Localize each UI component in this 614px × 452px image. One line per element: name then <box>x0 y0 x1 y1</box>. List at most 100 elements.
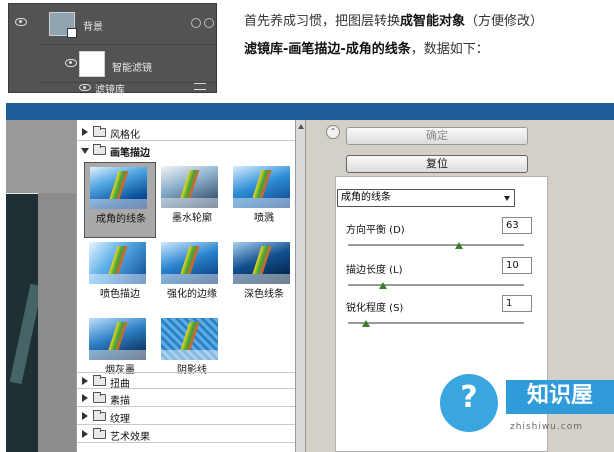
ok-button[interactable]: 确定 <box>346 127 528 145</box>
intro-emphasis: 滤镜库-画笔描边-成角的线条 <box>244 42 411 57</box>
layer-thumbnail[interactable] <box>49 12 77 38</box>
param-sharpness: 锐化程度 (S) 1 <box>346 295 536 331</box>
expand-arrow-icon[interactable] <box>82 377 88 385</box>
collapse-gallery-icon[interactable]: ⌃ <box>326 125 340 139</box>
filter-thumb-label: 喷色描边 <box>100 289 140 300</box>
filter-thumb-label: 深色线条 <box>244 289 284 300</box>
category-artistic[interactable]: 艺术效果 <box>77 426 295 443</box>
preview-canvas[interactable] <box>6 193 38 452</box>
category-scrollbar[interactable] <box>296 120 306 452</box>
category-brush-strokes[interactable]: 画笔描边 <box>77 142 295 159</box>
watermark-logo-icon: ? <box>440 374 498 432</box>
site-watermark: ? 知识屋 zhishiwu.com <box>440 370 614 452</box>
folder-icon <box>93 126 106 137</box>
filter-preview-image <box>89 242 146 284</box>
filter-thumb-spatter[interactable]: 喷溅 <box>228 162 300 238</box>
window-title-bar <box>6 103 614 120</box>
param-label: 锐化程度 (S) <box>346 303 404 314</box>
folder-open-icon <box>93 144 106 155</box>
preview-area[interactable] <box>6 120 76 452</box>
folder-icon <box>93 428 106 439</box>
scroll-up-arrow-icon[interactable] <box>298 124 304 129</box>
watermark-url: zhishiwu.com <box>510 422 583 432</box>
expand-arrow-icon[interactable] <box>82 412 88 420</box>
category-label: 素描 <box>110 396 130 407</box>
layer-divider <box>39 44 216 45</box>
filter-preview-image <box>233 166 290 208</box>
dropdown-arrow-icon[interactable] <box>504 196 510 201</box>
intro-text-part: 首先养成习惯，把图层转换 <box>244 14 401 29</box>
param-stroke-length: 描边长度 (L) 10 <box>346 257 536 293</box>
slider-knob[interactable] <box>361 320 370 327</box>
filter-thumb-sprayed-strokes[interactable]: 喷色描边 <box>84 238 156 314</box>
filter-gallery-eye-icon[interactable] <box>79 84 91 91</box>
collapse-arrow-icon[interactable] <box>81 148 89 154</box>
intro-emphasis: 成智能对象 <box>400 14 466 29</box>
expand-arrow-icon[interactable] <box>82 394 88 402</box>
category-label: 画笔描边 <box>110 148 150 159</box>
intro-text: 首先养成习惯，把图层转换成智能对象（方便修改） 滤镜库-画笔描边-成角的线条，数… <box>244 8 614 64</box>
smart-object-icon <box>67 28 77 38</box>
filter-preview-image <box>161 318 218 360</box>
slider-track[interactable] <box>348 284 524 286</box>
filter-preview-image <box>161 242 218 284</box>
smart-filter-eye-icon[interactable] <box>65 59 77 67</box>
filter-gallery-label[interactable]: 滤镜库 <box>95 81 125 96</box>
smart-filters-label[interactable]: 智能滤镜 <box>112 59 152 74</box>
filter-thumb-label: 墨水轮廓 <box>172 213 212 224</box>
layers-panel: 背景 智能滤镜 滤镜库 <box>8 3 217 96</box>
expand-arrow-icon[interactable] <box>82 128 88 136</box>
param-value-input[interactable]: 10 <box>502 257 532 274</box>
filter-thumb-angled-strokes[interactable]: 成角的线条 <box>84 162 156 238</box>
filter-preview-image <box>90 167 147 209</box>
smart-filter-mask-thumbnail[interactable] <box>79 51 105 77</box>
visibility-eye-icon[interactable] <box>15 18 27 26</box>
filter-thumb-label: 成角的线条 <box>96 214 146 225</box>
expand-arrow-icon[interactable] <box>82 430 88 438</box>
layer-divider <box>39 82 216 83</box>
param-label: 描边长度 (L) <box>346 265 403 276</box>
slider-track[interactable] <box>348 244 524 246</box>
category-sketch[interactable]: 素描 <box>77 390 295 407</box>
intro-text-part: ，数据如下： <box>410 42 489 57</box>
filter-preview-image <box>233 242 290 284</box>
watermark-name: 知识屋 <box>506 380 614 414</box>
filter-thumb-dark-strokes[interactable]: 深色线条 <box>228 238 300 314</box>
filter-thumb-label: 喷溅 <box>254 213 274 224</box>
filter-category-list: 风格化 画笔描边 成角的线条 墨水轮廓 喷溅 喷色描边 强化的边缘 深色线条 烟… <box>76 120 296 452</box>
category-stylize[interactable]: 风格化 <box>77 124 295 141</box>
question-mark-glyph: ? <box>460 380 478 415</box>
slider-knob[interactable] <box>454 242 463 249</box>
preview-background <box>38 193 76 452</box>
param-value-input[interactable]: 63 <box>502 217 532 234</box>
category-label: 扭曲 <box>110 379 130 390</box>
filter-select[interactable]: 成角的线条 <box>337 189 515 207</box>
param-label: 方向平衡 (D) <box>346 225 405 236</box>
filter-preview-image <box>89 318 146 360</box>
filter-thumb-label: 强化的边缘 <box>167 289 217 300</box>
param-value-input[interactable]: 1 <box>502 295 532 312</box>
folder-icon <box>93 375 106 386</box>
folder-icon <box>93 410 106 421</box>
category-label: 风格化 <box>110 130 140 141</box>
filter-thumb-accented-edges[interactable]: 强化的边缘 <box>156 238 228 314</box>
intro-line-1: 首先养成习惯，把图层转换成智能对象（方便修改） <box>244 8 614 36</box>
param-direction-balance: 方向平衡 (D) 63 <box>346 217 536 253</box>
reset-button[interactable]: 复位 <box>346 155 528 173</box>
filter-select-value: 成角的线条 <box>341 192 391 203</box>
layer-name[interactable]: 背景 <box>83 18 103 33</box>
smart-object-badge-icon <box>191 18 201 28</box>
layer-options-icon[interactable] <box>204 18 214 28</box>
category-texture[interactable]: 纹理 <box>77 408 295 425</box>
filter-preview-image <box>161 166 218 208</box>
category-label: 纹理 <box>110 414 130 425</box>
intro-line-2: 滤镜库-画笔描边-成角的线条，数据如下： <box>244 36 614 64</box>
slider-knob[interactable] <box>379 282 388 289</box>
category-label: 艺术效果 <box>110 432 150 443</box>
folder-icon <box>93 392 106 403</box>
blend-options-icon[interactable] <box>194 83 206 90</box>
intro-text-part: （方便修改） <box>465 14 544 29</box>
slider-track[interactable] <box>348 322 524 324</box>
category-distort[interactable]: 扭曲 <box>77 372 295 390</box>
filter-thumb-ink-outlines[interactable]: 墨水轮廓 <box>156 162 228 238</box>
